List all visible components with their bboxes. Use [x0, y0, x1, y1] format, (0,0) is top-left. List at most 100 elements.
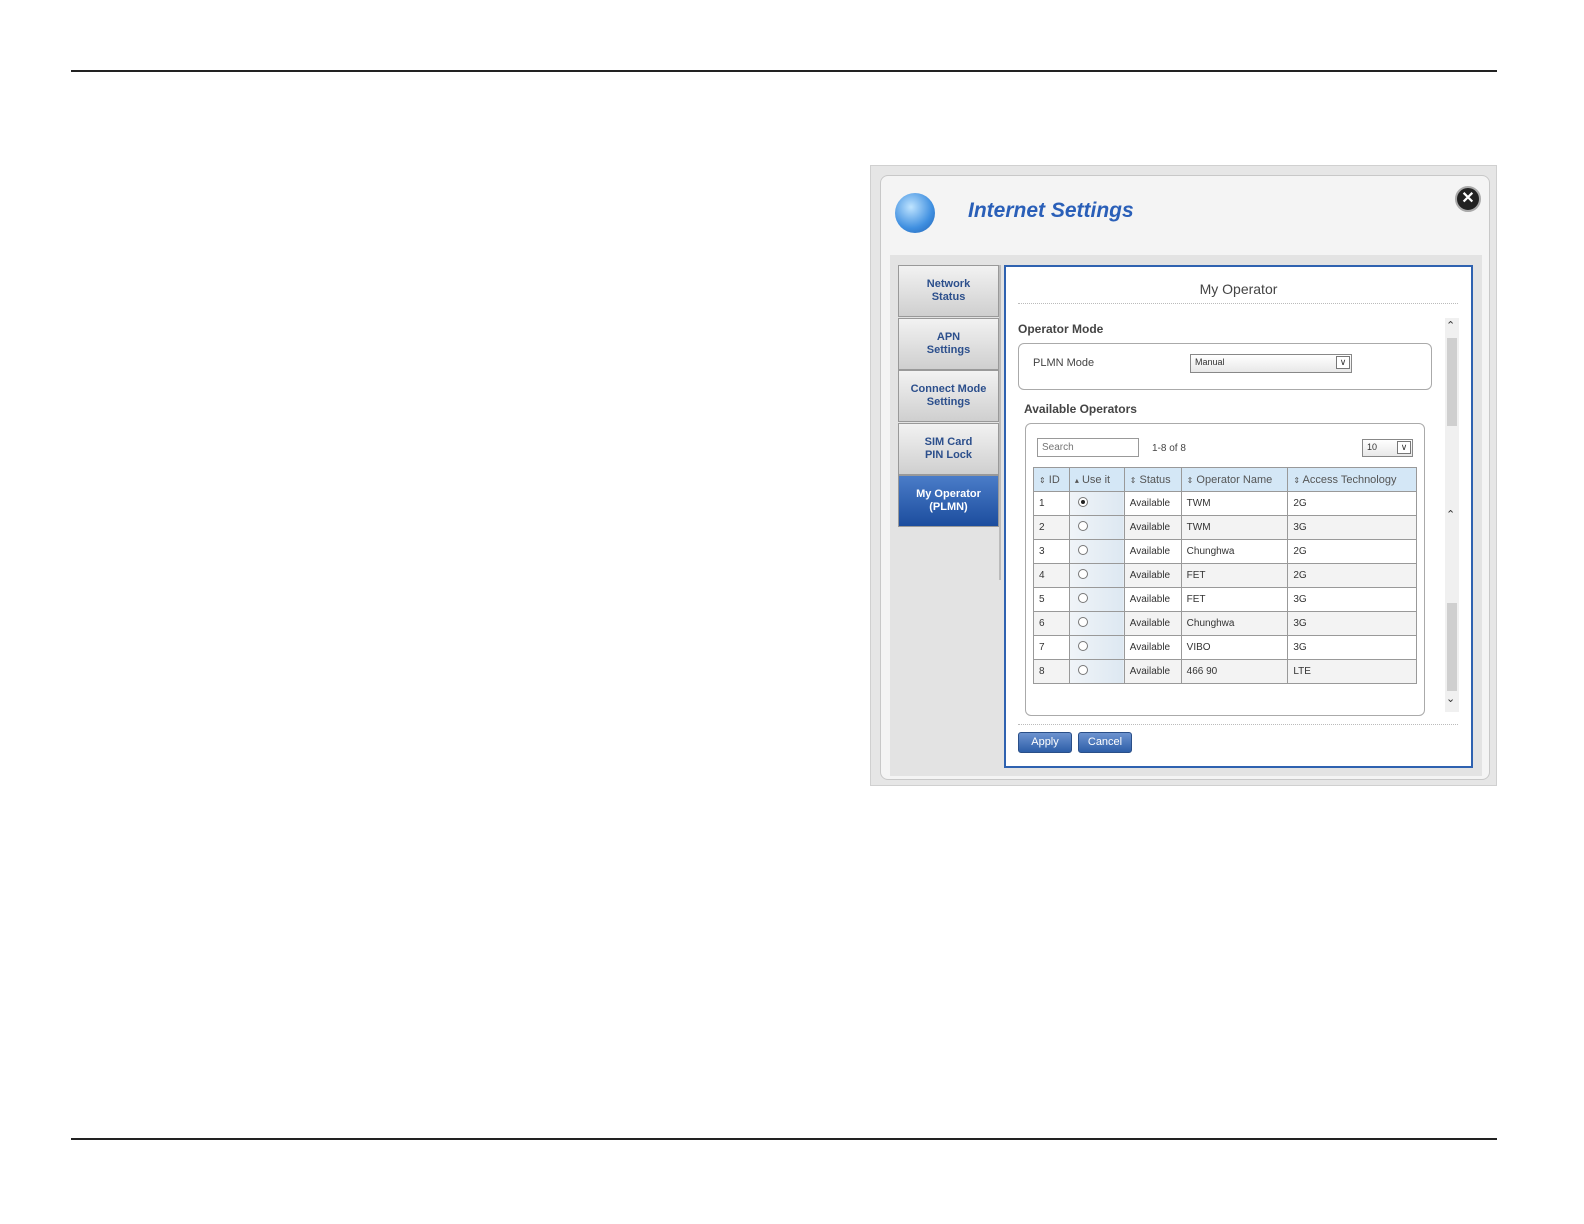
sidebar-item-label: Connect Mode Settings: [910, 383, 987, 408]
plmn-mode-select[interactable]: Manual ∨: [1190, 354, 1352, 373]
id-cell: 6: [1033, 611, 1070, 636]
sidebar-item-apn[interactable]: APN Settings: [898, 317, 999, 370]
sidebar-item-label: Network Status: [926, 278, 971, 303]
column-header[interactable]: ⇕ Operator Name: [1180, 467, 1289, 492]
use-it-radio[interactable]: [1077, 497, 1088, 507]
access-technology-cell: 3G: [1287, 587, 1417, 612]
id-cell: 8: [1033, 659, 1070, 684]
search-input[interactable]: [1037, 438, 1139, 457]
use-it-radio[interactable]: [1077, 569, 1088, 579]
table-row: 5 Available FET 3G: [1033, 587, 1417, 612]
access-technology-cell: 2G: [1287, 491, 1417, 516]
globe-icon: [895, 193, 935, 233]
id-cell: 7: [1033, 635, 1070, 660]
divider: [1018, 303, 1458, 304]
sidebar-item-label: My Operator (PLMN): [916, 488, 981, 513]
use-it-cell: [1068, 659, 1125, 684]
access-technology-cell: 3G: [1287, 635, 1417, 660]
use-it-radio[interactable]: [1077, 617, 1088, 627]
scrollbar-thumb[interactable]: [1447, 338, 1457, 426]
sort-icon: ⇕: [1293, 475, 1301, 485]
scroll-up-icon[interactable]: ⌃: [1446, 319, 1455, 332]
status-cell: Available: [1123, 539, 1182, 564]
operator-name-cell: VIBO: [1180, 635, 1289, 660]
sidebar-item-connect-mode[interactable]: Connect Mode Settings: [898, 370, 999, 422]
use-it-cell: [1068, 635, 1125, 660]
use-it-cell: [1068, 587, 1125, 612]
id-cell: 1: [1033, 491, 1070, 516]
sidebar-item-label: SIM Card PIN Lock: [924, 435, 973, 461]
operator-name-cell: TWM: [1180, 491, 1289, 516]
scrollbar-thumb[interactable]: [1447, 603, 1457, 691]
column-header[interactable]: ⇕ Status: [1123, 467, 1182, 492]
status-cell: Available: [1123, 659, 1182, 684]
table-row: 8 Available 466 90 LTE: [1033, 659, 1417, 684]
use-it-radio[interactable]: [1077, 665, 1088, 675]
sort-icon: ⇕: [1129, 475, 1137, 485]
column-header[interactable]: ▴ Use it: [1068, 467, 1125, 492]
status-cell: Available: [1123, 611, 1182, 636]
table-row: 6 Available Chunghwa 3G: [1033, 611, 1417, 636]
sidebar-item-network[interactable]: Network Status: [898, 265, 999, 317]
sort-icon: ⇕: [1186, 475, 1194, 485]
chevron-down-icon: ∨: [1336, 356, 1350, 369]
operator-name-cell: Chunghwa: [1180, 611, 1289, 636]
use-it-cell: [1068, 611, 1125, 636]
operator-name-cell: FET: [1180, 563, 1289, 588]
use-it-cell: [1068, 515, 1125, 540]
available-operators-heading: Available Operators: [1024, 402, 1137, 416]
operator-mode-heading: Operator Mode: [1018, 322, 1104, 336]
status-cell: Available: [1123, 515, 1182, 540]
use-it-radio[interactable]: [1077, 545, 1088, 555]
plmn-mode-label: PLMN Mode: [1033, 357, 1095, 369]
operator-name-cell: Chunghwa: [1180, 539, 1289, 564]
access-technology-cell: 3G: [1287, 515, 1417, 540]
page-title: My Operator: [1199, 281, 1278, 297]
sidebar-item-my-operator[interactable]: My Operator (PLMN): [898, 475, 999, 527]
sort-icon: ⇕: [1039, 475, 1046, 485]
scroll-down-icon[interactable]: ⌄: [1446, 692, 1455, 705]
status-cell: Available: [1123, 563, 1182, 588]
dialog-title: Internet Settings: [968, 199, 1134, 222]
access-technology-cell: LTE: [1287, 659, 1417, 684]
operator-name-cell: FET: [1180, 587, 1289, 612]
scroll-up-icon[interactable]: ⌃: [1446, 508, 1455, 521]
sidebar-item-sim-card[interactable]: SIM Card PIN Lock: [898, 422, 999, 475]
access-technology-cell: 2G: [1287, 539, 1417, 564]
cancel-button[interactable]: Cancel: [1078, 732, 1132, 753]
close-icon[interactable]: ✕: [1455, 186, 1481, 212]
status-cell: Available: [1123, 587, 1182, 612]
id-cell: 4: [1033, 563, 1070, 588]
status-cell: Available: [1123, 635, 1182, 660]
top-rule: [71, 70, 1497, 72]
divider: [1018, 724, 1458, 725]
use-it-cell: [1068, 491, 1125, 516]
column-header[interactable]: ⇕ Access Technology: [1287, 467, 1417, 492]
bottom-rule: [71, 1138, 1497, 1140]
use-it-radio[interactable]: [1077, 641, 1088, 651]
access-technology-cell: 3G: [1287, 611, 1417, 636]
use-it-radio[interactable]: [1077, 593, 1088, 603]
apply-button[interactable]: Apply: [1018, 732, 1072, 753]
table-row: 7 Available VIBO 3G: [1033, 635, 1417, 660]
table-row: 1 Available TWM 2G: [1033, 491, 1417, 516]
id-cell: 2: [1033, 515, 1070, 540]
column-header[interactable]: ⇕ ID: [1033, 467, 1070, 492]
sidebar-item-label: APN Settings: [926, 330, 971, 356]
use-it-radio[interactable]: [1077, 521, 1088, 531]
table-row: 2 Available TWM 3G: [1033, 515, 1417, 540]
result-count: 1-8 of 8: [1152, 443, 1186, 454]
plmn-mode-value: Manual: [1195, 357, 1225, 367]
page-size-value: 10: [1367, 442, 1378, 452]
sort-icon: ▴: [1074, 475, 1079, 485]
operators-table: ⇕ ID ▴ Use it ⇕ Status ⇕ Operator Name ⇕ Acc…: [1033, 467, 1417, 684]
sidebar-divider: [999, 265, 1001, 580]
id-cell: 5: [1033, 587, 1070, 612]
operator-name-cell: 466 90: [1180, 659, 1289, 684]
use-it-cell: [1068, 563, 1125, 588]
page-size-select[interactable]: 10 ∨: [1362, 439, 1413, 457]
status-cell: Available: [1123, 491, 1182, 516]
chevron-down-icon: ∨: [1397, 441, 1411, 454]
operator-name-cell: TWM: [1180, 515, 1289, 540]
table-row: 3 Available Chunghwa 2G: [1033, 539, 1417, 564]
